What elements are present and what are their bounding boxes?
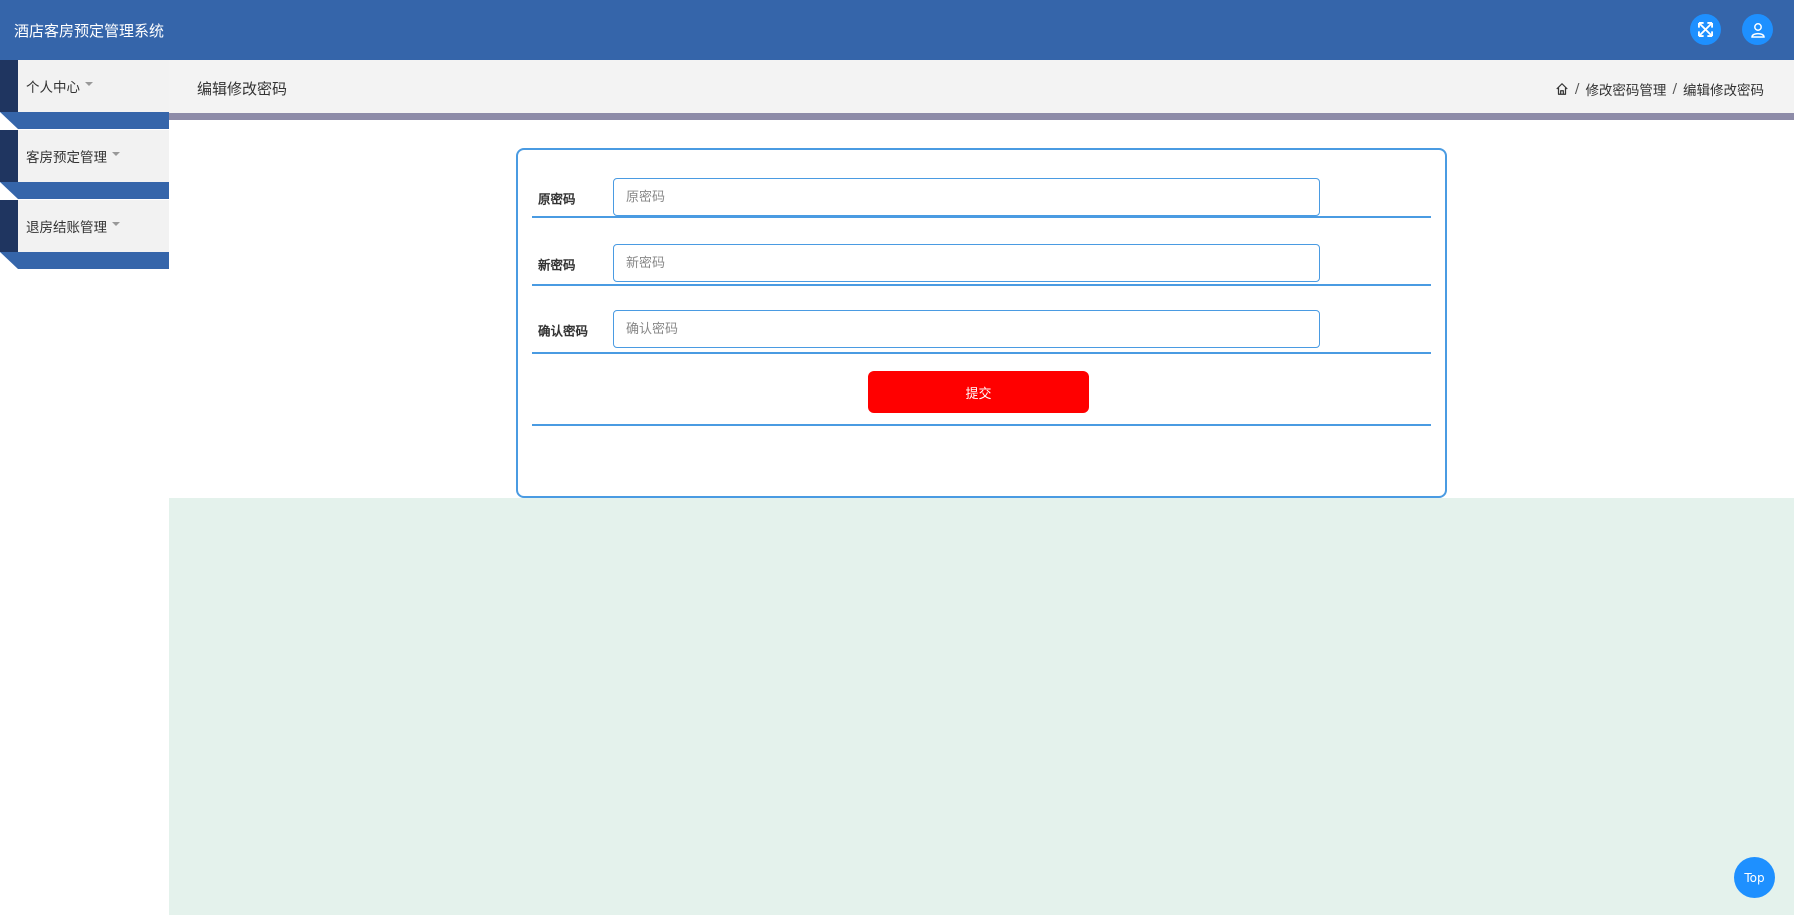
caret-down-icon	[112, 152, 120, 156]
sidebar-group-personal: 个人中心	[0, 60, 169, 130]
fullscreen-button[interactable]	[1690, 14, 1721, 45]
sidebar-item-room-booking[interactable]: 客房预定管理	[0, 130, 169, 182]
submit-button[interactable]: 提交	[868, 371, 1089, 413]
sidebar-divider	[0, 182, 169, 199]
sidebar-divider-notch	[0, 182, 18, 199]
password-form: 原密码 新密码 确认密码 提交	[516, 148, 1447, 498]
top-header: 酒店客房预定管理系统	[0, 0, 1794, 60]
new-password-input[interactable]	[613, 244, 1320, 282]
form-row-old-password: 原密码	[532, 150, 1431, 218]
user-button[interactable]	[1742, 14, 1773, 45]
sidebar-group-booking: 客房预定管理	[0, 130, 169, 200]
sidebar-divider	[0, 112, 169, 129]
breadcrumb-item-edit-password: 编辑修改密码	[1683, 83, 1764, 99]
breadcrumb-separator: /	[1672, 81, 1677, 97]
content-background	[169, 498, 1794, 915]
sidebar-divider-notch	[0, 112, 18, 129]
sidebar-item-label: 个人中心	[26, 80, 80, 96]
breadcrumb-separator: /	[1574, 81, 1580, 97]
sidebar-item-checkout[interactable]: 退房结账管理	[0, 200, 169, 252]
form-row-confirm-password: 确认密码	[532, 286, 1431, 354]
confirm-password-input[interactable]	[613, 310, 1320, 348]
sidebar-item-label: 退房结账管理	[26, 220, 107, 236]
caret-down-icon	[112, 222, 120, 226]
old-password-label: 原密码	[538, 191, 576, 207]
breadcrumb: / 修改密码管理 / 编辑修改密码	[1555, 79, 1764, 99]
sidebar-divider	[0, 252, 169, 269]
user-icon	[1750, 22, 1766, 38]
page-title: 编辑修改密码	[197, 80, 288, 98]
sidebar-divider-notch	[0, 252, 18, 269]
confirm-password-label: 确认密码	[538, 323, 589, 339]
sidebar: 个人中心 客房预定管理 退房结账管理	[0, 60, 169, 915]
new-password-label: 新密码	[538, 257, 576, 273]
page-header: 编辑修改密码 / 修改密码管理 / 编辑修改密码	[169, 60, 1794, 113]
header-divider	[169, 113, 1794, 120]
home-icon[interactable]	[1555, 82, 1569, 96]
back-to-top-button[interactable]: Top	[1734, 857, 1775, 898]
caret-down-icon	[85, 82, 93, 86]
old-password-input[interactable]	[613, 178, 1320, 216]
app-title: 酒店客房预定管理系统	[14, 21, 165, 40]
breadcrumb-item-password-management[interactable]: 修改密码管理	[1585, 79, 1666, 99]
sidebar-group-checkout: 退房结账管理	[0, 200, 169, 270]
sidebar-item-personal-center[interactable]: 个人中心	[0, 60, 169, 112]
form-actions: 提交	[532, 354, 1431, 426]
fullscreen-icon	[1698, 22, 1713, 37]
sidebar-item-label: 客房预定管理	[26, 150, 107, 166]
form-row-new-password: 新密码	[532, 218, 1431, 286]
